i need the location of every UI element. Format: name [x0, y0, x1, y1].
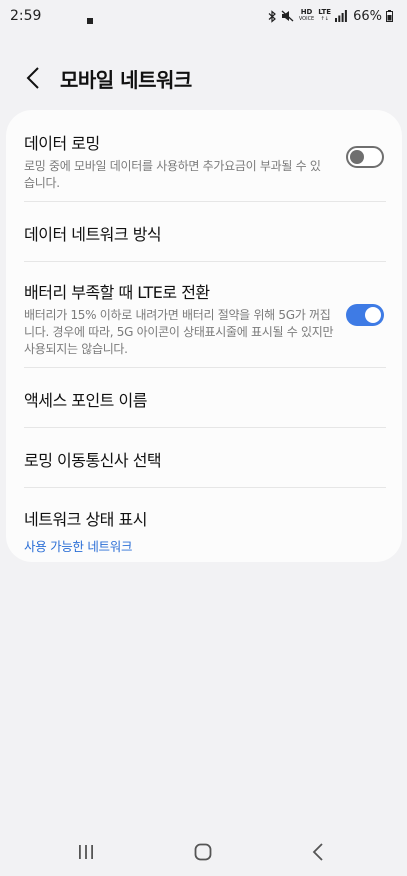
divider	[24, 261, 386, 262]
notification-dot-icon	[87, 18, 94, 24]
setting-description: 배터리가 15% 이하로 내려가면 배터리 절약을 위해 5G가 꺼집니다. 경…	[24, 308, 334, 356]
divider	[24, 427, 386, 428]
status-bar: 2:59 HD VOICE LTE ↑↓ 66%	[0, 0, 407, 32]
toggle-knob	[365, 307, 381, 323]
setting-subtitle: 사용 가능한 네트워크	[24, 539, 133, 554]
setting-title: 액세스 포인트 이름	[24, 391, 147, 410]
mute-icon	[281, 10, 294, 22]
battery-percent: 66%	[353, 8, 382, 24]
lte-switch-toggle[interactable]	[346, 304, 384, 326]
setting-access-point-names[interactable]: 액세스 포인트 이름	[24, 387, 384, 411]
divider	[24, 487, 386, 488]
setting-network-status[interactable]: 네트워크 상태 표시 사용 가능한 네트워크	[24, 506, 384, 555]
settings-card: 데이터 로밍 로밍 중에 모바일 데이터를 사용하면 추가요금이 부과될 수 있…	[6, 110, 402, 562]
hd-voice-icon: HD VOICE	[298, 8, 315, 23]
navigation-bar	[0, 826, 407, 876]
bluetooth-icon	[268, 9, 276, 23]
setting-title: 배터리 부족할 때 LTE로 전환	[24, 283, 210, 302]
lte-icon: LTE ↑↓	[318, 8, 332, 23]
setting-description: 로밍 중에 모바일 데이터를 사용하면 추가요금이 부과될 수 있습니다.	[24, 159, 321, 190]
battery-icon	[386, 10, 393, 22]
recent-apps-icon	[79, 845, 93, 859]
setting-title: 로밍 이동통신사 선택	[24, 451, 162, 470]
divider	[24, 201, 386, 202]
setting-title: 네트워크 상태 표시	[24, 510, 147, 529]
data-roaming-toggle[interactable]	[346, 146, 384, 168]
setting-roaming-operator[interactable]: 로밍 이동통신사 선택	[24, 447, 384, 471]
recent-apps-button[interactable]	[71, 840, 101, 864]
divider	[24, 367, 386, 368]
setting-title: 데이터 네트워크 방식	[24, 225, 162, 244]
toggle-knob	[350, 150, 364, 164]
page-title: 모바일 네트워크	[60, 67, 192, 92]
status-icons: HD VOICE LTE ↑↓ 66%	[268, 9, 393, 24]
home-button[interactable]	[188, 840, 218, 864]
signal-icon	[335, 10, 347, 22]
chevron-left-icon	[26, 67, 39, 89]
status-time: 2:59	[10, 8, 42, 24]
setting-data-network-mode[interactable]: 데이터 네트워크 방식	[24, 221, 384, 245]
setting-lte-on-low-battery[interactable]: 배터리 부족할 때 LTE로 전환 배터리가 15% 이하로 내려가면 배터리 …	[24, 279, 384, 358]
app-header: 모바일 네트워크	[18, 58, 192, 98]
back-button[interactable]	[18, 58, 48, 98]
setting-title: 데이터 로밍	[24, 134, 100, 153]
back-nav-icon	[312, 843, 323, 861]
setting-data-roaming[interactable]: 데이터 로밍 로밍 중에 모바일 데이터를 사용하면 추가요금이 부과될 수 있…	[24, 130, 384, 192]
back-nav-button[interactable]	[303, 840, 333, 864]
home-icon	[194, 843, 212, 861]
